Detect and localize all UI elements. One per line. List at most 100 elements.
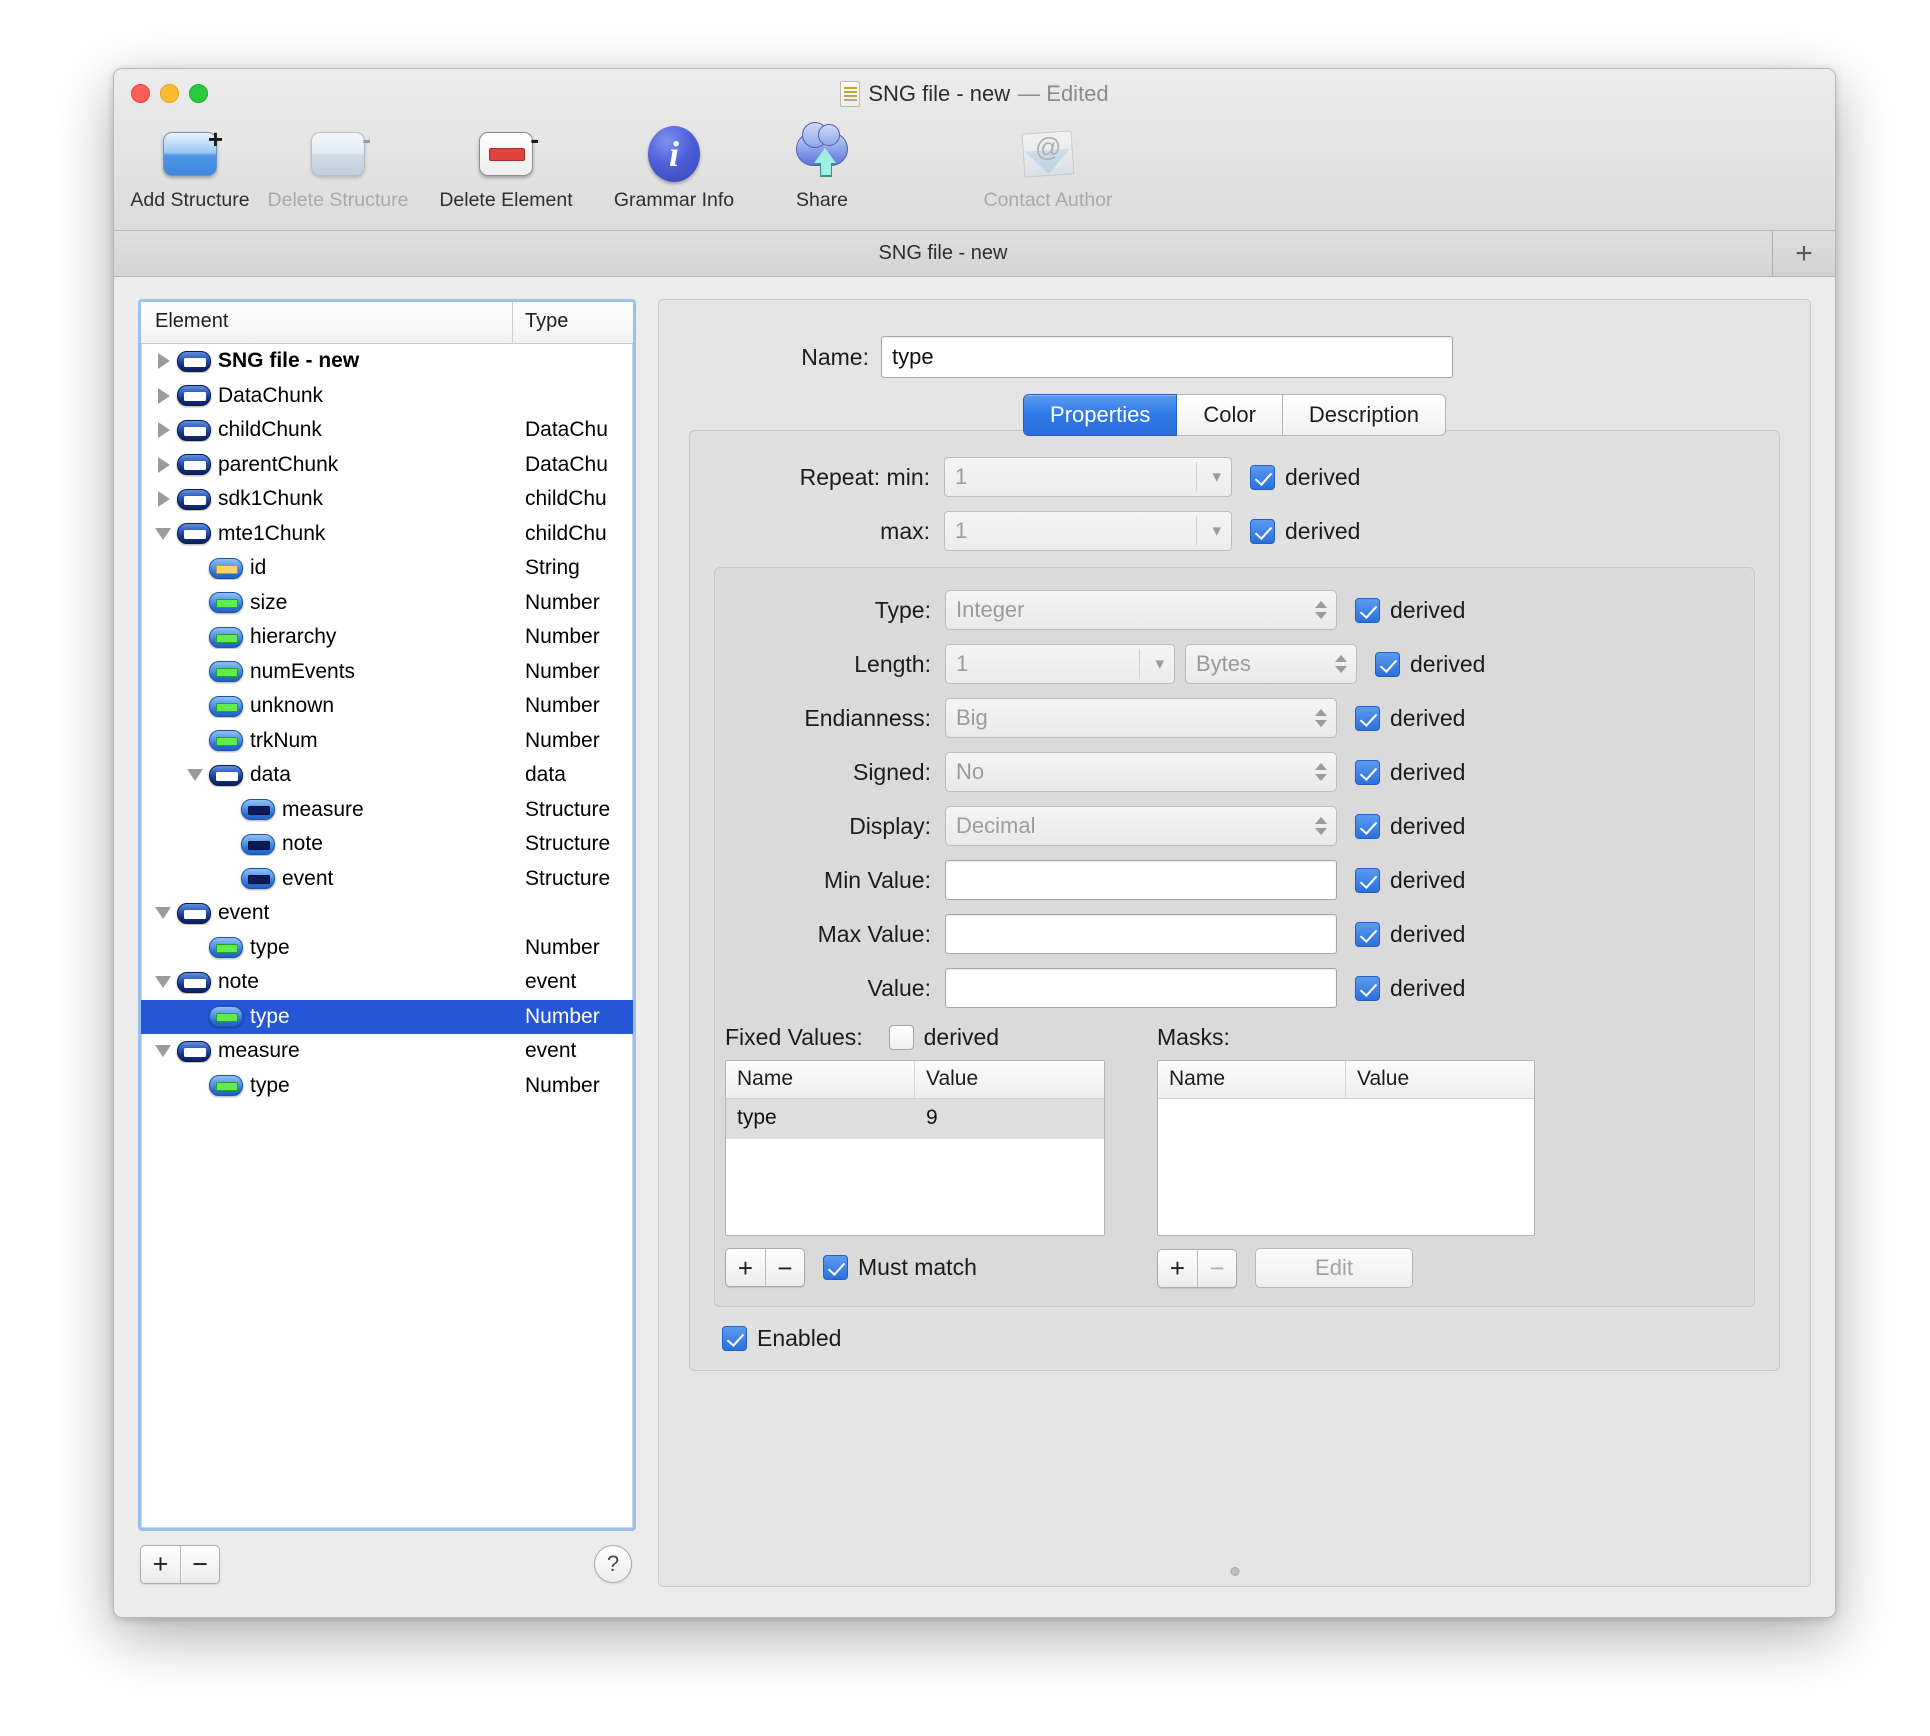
signed-value: No <box>956 759 985 784</box>
length-value: 1 <box>956 651 969 676</box>
min-value-input[interactable] <box>945 860 1337 900</box>
toolbar-grammar-info-label: Grammar Info <box>613 189 735 211</box>
outline-row-name-cell: measure <box>141 798 513 822</box>
toolbar-add-structure[interactable]: + Add Structure <box>126 117 254 212</box>
checkbox-icon <box>1355 597 1380 623</box>
outline-row-label: data <box>250 763 291 787</box>
endianness-derived-label: derived <box>1390 704 1466 731</box>
signed-popup[interactable]: No <box>945 752 1337 792</box>
number-icon <box>209 937 243 959</box>
masks-col-name[interactable]: Name <box>1158 1061 1346 1098</box>
help-button[interactable]: ? <box>594 1545 632 1583</box>
add-tab-button[interactable]: + <box>1773 231 1835 276</box>
name-input[interactable] <box>881 336 1453 378</box>
toolbar-delete-structure[interactable]: - Delete Structure <box>254 117 422 212</box>
masks-edit-button[interactable]: Edit <box>1255 1248 1413 1288</box>
must-match-checkbox[interactable]: Must match <box>823 1254 977 1281</box>
outline-row-name-cell: id <box>141 556 513 580</box>
outline-row-size[interactable]: size Number <box>141 586 633 621</box>
repeat-min-combo[interactable]: 1 ▾ <box>944 457 1232 497</box>
outline-row-data[interactable]: data data <box>141 758 633 793</box>
must-match-label: Must match <box>858 1254 977 1280</box>
max-value-input[interactable] <box>945 914 1337 954</box>
outline-row-name-cell: sdk1Chunk <box>141 487 513 511</box>
outline-column-type[interactable]: Type <box>513 302 633 343</box>
type-derived-checkbox[interactable]: derived <box>1355 597 1465 624</box>
outline-row-trknum[interactable]: trkNum Number <box>141 724 633 759</box>
tab-color[interactable]: Color <box>1177 394 1283 436</box>
tab-description[interactable]: Description <box>1282 394 1446 436</box>
outline-row-type[interactable]: type Number <box>141 999 633 1034</box>
outline-row-note[interactable]: note Structure <box>141 827 633 862</box>
checkbox-icon <box>1355 921 1380 947</box>
fixed-values-table[interactable]: Name Value type 9 <box>725 1060 1105 1236</box>
min-value-derived-label: derived <box>1390 866 1466 893</box>
min-value-derived-checkbox[interactable]: derived <box>1355 867 1465 894</box>
table-row[interactable]: type 9 <box>726 1099 1104 1139</box>
outline-add-button[interactable]: + <box>141 1546 180 1583</box>
outline-row-label: SNG file - new <box>218 349 360 373</box>
display-derived-checkbox[interactable]: derived <box>1355 813 1465 840</box>
outline-row-event[interactable]: event Structure <box>141 862 633 897</box>
fixed-values-col-value[interactable]: Value <box>915 1061 1104 1098</box>
endianness-popup[interactable]: Big <box>945 698 1337 738</box>
outline-row-mte1chunk[interactable]: mte1Chunk childChu <box>141 517 633 552</box>
length-derived-checkbox[interactable]: derived <box>1375 651 1485 678</box>
outline-row-hierarchy[interactable]: hierarchy Number <box>141 620 633 655</box>
outline-row-type[interactable]: type Number <box>141 1069 633 1104</box>
outline-row-numevents[interactable]: numEvents Number <box>141 655 633 690</box>
enabled-checkbox[interactable]: Enabled <box>722 1325 1755 1352</box>
outline-column-element[interactable]: Element <box>141 302 513 343</box>
fixed-values-add-button[interactable]: + <box>726 1249 765 1286</box>
outline-row-type-cell: childChu <box>525 521 607 545</box>
fixed-values-col-name[interactable]: Name <box>726 1061 915 1098</box>
outline-row-unknown[interactable]: unknown Number <box>141 689 633 724</box>
stepper-arrows-icon <box>1315 709 1327 727</box>
display-popup[interactable]: Decimal <box>945 806 1337 846</box>
outline-row-name-cell: type <box>141 1005 513 1029</box>
resize-handle-dot[interactable] <box>1230 1567 1239 1576</box>
masks-remove-button[interactable]: − <box>1197 1249 1236 1287</box>
masks-table[interactable]: Name Value <box>1157 1060 1535 1236</box>
outline-row-measure[interactable]: measure Structure <box>141 793 633 828</box>
tab-properties[interactable]: Properties <box>1023 394 1178 436</box>
outline-row-sdk1chunk[interactable]: sdk1Chunk childChu <box>141 482 633 517</box>
value-input[interactable] <box>945 968 1337 1008</box>
outline-row-parentchunk[interactable]: parentChunk DataChu <box>141 448 633 483</box>
document-tab[interactable]: SNG file - new <box>114 231 1773 276</box>
fixed-values-remove-button[interactable]: − <box>765 1249 804 1286</box>
length-row: Length: 1 ▾ Bytes derived <box>715 644 1738 684</box>
type-popup[interactable]: Integer <box>945 590 1337 630</box>
checkbox-icon <box>1355 759 1380 785</box>
outline-row-datachunk[interactable]: DataChunk <box>141 379 633 414</box>
outline-row-name-cell: unknown <box>141 694 513 718</box>
element-outline[interactable]: Element Type SNG file - new DataChunk chil… <box>138 299 636 1531</box>
toolbar-contact-author[interactable]: @ Contact Author <box>964 117 1132 212</box>
repeat-max-derived-checkbox[interactable]: derived <box>1250 518 1360 545</box>
toolbar-share[interactable]: Share <box>758 117 886 212</box>
signed-derived-checkbox[interactable]: derived <box>1355 759 1465 786</box>
repeat-max-derived-label: derived <box>1285 517 1361 544</box>
outline-row-measure[interactable]: measure event <box>141 1034 633 1069</box>
max-value-derived-checkbox[interactable]: derived <box>1355 921 1465 948</box>
toolbar-delete-element[interactable]: - Delete Element <box>422 117 590 212</box>
outline-tree[interactable]: SNG file - new DataChunk childChunk DataChu… <box>141 344 633 1528</box>
repeat-max-combo[interactable]: 1 ▾ <box>944 511 1232 551</box>
window-edited-label: — Edited <box>1018 81 1109 106</box>
masks-add-button[interactable]: + <box>1158 1250 1197 1287</box>
outline-row-sng-file-new[interactable]: SNG file - new <box>141 344 633 379</box>
outline-remove-button[interactable]: − <box>180 1545 219 1583</box>
outline-row-event[interactable]: event <box>141 896 633 931</box>
repeat-min-derived-checkbox[interactable]: derived <box>1250 464 1360 491</box>
fixed-values-derived-checkbox[interactable]: derived <box>888 1024 999 1051</box>
toolbar-grammar-info[interactable]: i Grammar Info <box>590 117 758 212</box>
value-derived-checkbox[interactable]: derived <box>1355 975 1465 1002</box>
endianness-derived-checkbox[interactable]: derived <box>1355 705 1465 732</box>
outline-row-id[interactable]: id String <box>141 551 633 586</box>
outline-row-note[interactable]: note event <box>141 965 633 1000</box>
outline-row-type[interactable]: type Number <box>141 931 633 966</box>
outline-row-childchunk[interactable]: childChunk DataChu <box>141 413 633 448</box>
masks-col-value[interactable]: Value <box>1346 1061 1534 1098</box>
length-combo[interactable]: 1 ▾ <box>945 644 1175 684</box>
length-unit-popup[interactable]: Bytes <box>1185 644 1357 684</box>
